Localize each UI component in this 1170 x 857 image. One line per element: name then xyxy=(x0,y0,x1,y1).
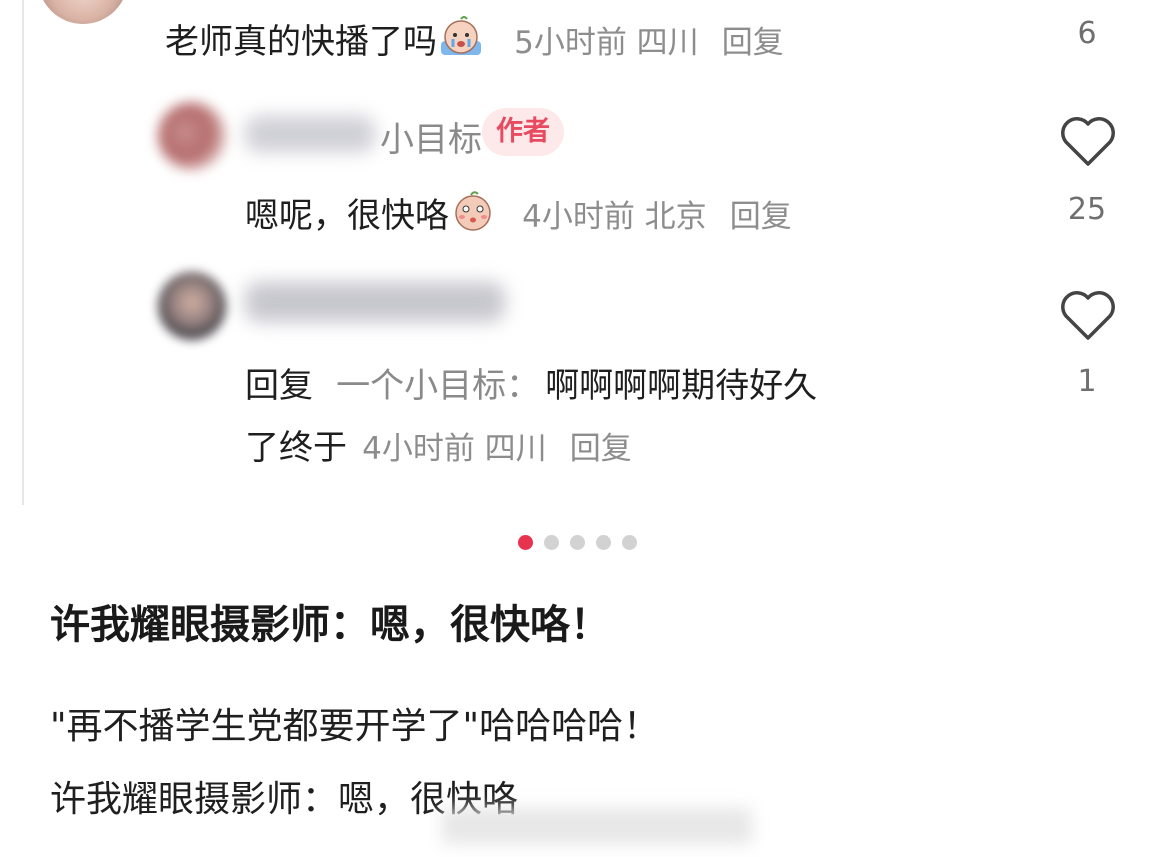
heart-outline-icon[interactable] xyxy=(1058,114,1118,168)
reply-link[interactable]: 回复 xyxy=(730,199,792,235)
post-headline: 许我耀眼摄影师：嗯，很快咯！ xyxy=(50,602,610,648)
like-count: 25 xyxy=(1067,192,1107,227)
heart-outline-icon[interactable] xyxy=(1058,288,1118,342)
page-dot[interactable] xyxy=(570,535,585,550)
like-count: 1 xyxy=(1077,364,1097,399)
reply-comment-continued: 了终于 4小时前 四川 回复 xyxy=(245,420,632,469)
comment-meta: 5小时前 四川 xyxy=(514,25,699,61)
comment-meta: 4小时前 北京 xyxy=(522,199,707,235)
page-dot[interactable] xyxy=(544,535,559,550)
thread-divider xyxy=(22,0,24,505)
blurred-username xyxy=(245,282,505,322)
reply-link[interactable]: 回复 xyxy=(722,25,784,61)
comment-text: 了终于 xyxy=(245,428,347,468)
comment-meta: 4小时前 四川 xyxy=(362,431,547,467)
crying-emoji-icon xyxy=(441,16,481,55)
reply-comment: 回复 一个小目标： 啊啊啊啊期待好久 xyxy=(245,358,817,407)
carousel-pagination[interactable] xyxy=(518,535,637,550)
page-dot[interactable] xyxy=(622,535,637,550)
comment-screenshot: 老师真的快播了吗 5小时前 四川 回复 6 小目标 作者 嗯呢，很快咯 4小时前… xyxy=(0,0,1170,505)
reply-count: 6 xyxy=(1077,16,1097,51)
comment-text: 老师真的快播了吗 xyxy=(165,22,437,62)
post-body-line: "再不播学生党都要开学了"哈哈哈哈！ xyxy=(50,706,660,747)
reply-link[interactable]: 回复 xyxy=(570,431,632,467)
blurred-username xyxy=(245,116,375,152)
reply-target[interactable]: 一个小目标： xyxy=(336,366,540,406)
reply-comment: 嗯呢，很快咯 4小时前 北京 回复 xyxy=(245,188,792,237)
page-dot[interactable] xyxy=(518,535,533,550)
watermark xyxy=(442,808,752,844)
username[interactable]: 小目标 xyxy=(380,112,482,161)
avatar[interactable] xyxy=(38,0,128,24)
comment-text: 嗯呢，很快咯 xyxy=(245,196,449,236)
author-badge: 作者 xyxy=(482,108,564,156)
top-comment: 老师真的快播了吗 5小时前 四川 回复 xyxy=(165,14,784,63)
shy-emoji-icon xyxy=(455,191,491,231)
avatar[interactable] xyxy=(158,102,226,170)
avatar[interactable] xyxy=(158,272,226,340)
reply-prefix: 回复 xyxy=(245,366,313,406)
comment-text: 啊啊啊啊期待好久 xyxy=(545,366,818,406)
page-dot[interactable] xyxy=(596,535,611,550)
